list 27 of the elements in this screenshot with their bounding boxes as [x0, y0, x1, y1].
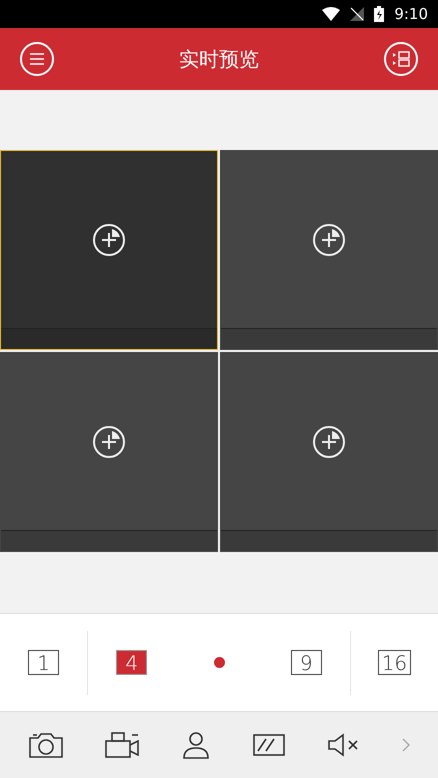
- image-icon[interactable]: [252, 731, 286, 759]
- battery-charging-icon: [374, 6, 384, 22]
- layout-button[interactable]: 16: [378, 650, 412, 675]
- menu-button[interactable]: [20, 42, 54, 76]
- video-tile[interactable]: [0, 150, 218, 350]
- add-camera-icon[interactable]: [312, 222, 346, 256]
- page-indicator-dot: [214, 657, 224, 668]
- layout-button[interactable]: 1: [28, 650, 60, 675]
- status-time: 9:10: [394, 5, 428, 23]
- add-camera-icon[interactable]: [92, 222, 126, 256]
- wifi-icon: [322, 7, 340, 21]
- video-camera-icon[interactable]: [104, 731, 140, 759]
- video-tile[interactable]: [220, 352, 438, 552]
- sound-off-icon[interactable]: [326, 731, 360, 759]
- device-list-button[interactable]: [384, 42, 418, 76]
- layout-button[interactable]: 9: [290, 650, 322, 675]
- video-tile[interactable]: [220, 150, 438, 350]
- page-title: 实时预览: [179, 46, 259, 72]
- menu-icon: [29, 52, 45, 66]
- layout-button[interactable]: 4: [116, 650, 148, 675]
- add-camera-icon[interactable]: [92, 424, 126, 458]
- video-tile[interactable]: [0, 352, 218, 552]
- add-camera-icon[interactable]: [312, 424, 346, 458]
- no-signal-icon: [350, 7, 364, 21]
- camera-icon[interactable]: [28, 732, 62, 758]
- list-icon: [392, 50, 410, 68]
- person-icon[interactable]: [180, 731, 210, 759]
